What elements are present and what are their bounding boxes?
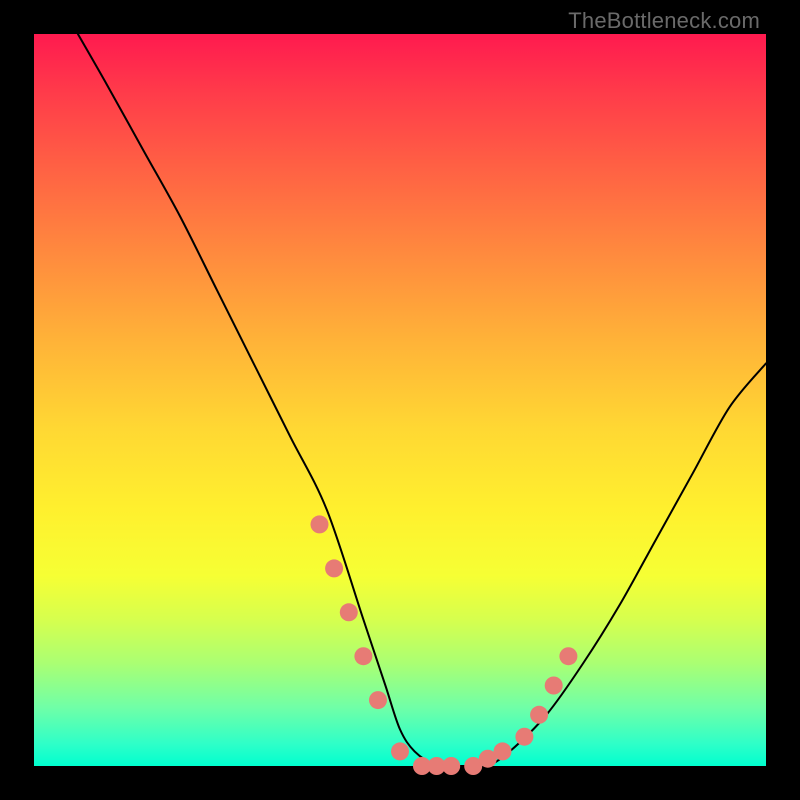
marker-dot (354, 647, 372, 665)
marker-dot (442, 757, 460, 775)
marker-dot (545, 677, 563, 695)
bottleneck-curve (78, 34, 766, 767)
highlight-markers (311, 515, 578, 775)
marker-dot (494, 742, 512, 760)
marker-dot (530, 706, 548, 724)
marker-dot (515, 728, 533, 746)
marker-dot (369, 691, 387, 709)
curve-line (78, 34, 766, 767)
marker-dot (325, 559, 343, 577)
marker-dot (391, 742, 409, 760)
chart-frame: TheBottleneck.com (0, 0, 800, 800)
marker-dot (340, 603, 358, 621)
marker-dot (311, 515, 329, 533)
chart-overlay (0, 0, 800, 800)
marker-dot (559, 647, 577, 665)
